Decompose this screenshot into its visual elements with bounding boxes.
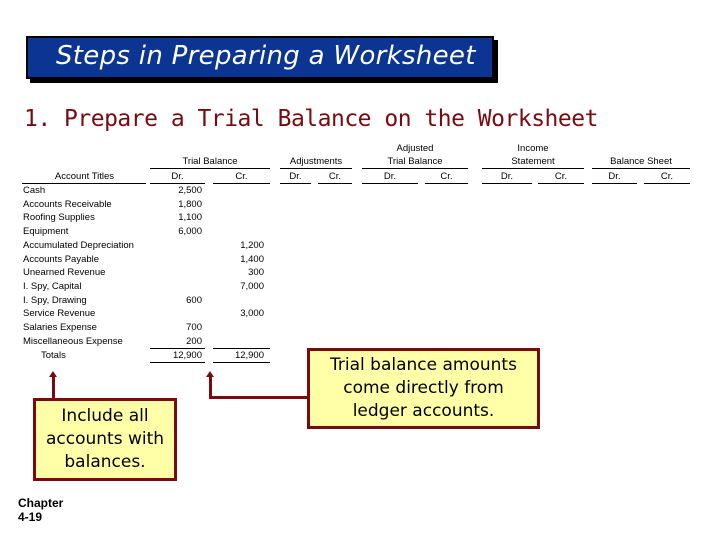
note-left-text: Include all accounts with balances. [45, 406, 165, 472]
right-connector-vertical [209, 376, 212, 398]
col-header-dr: Dr. [500, 171, 514, 182]
col-header-cr: Cr. [554, 171, 568, 182]
totals-cr: 12,900 [234, 349, 264, 361]
account-title: Unearned Revenue [23, 267, 106, 279]
header-account-titles: Account Titles [54, 171, 115, 182]
col-header-cr: Cr. [440, 171, 453, 182]
account-title: Roofing Supplies [23, 212, 95, 224]
slide-title: Steps in Preparing a Worksheet [56, 41, 476, 71]
trial-balance-dr: 200 [186, 335, 202, 347]
group-underline [362, 168, 468, 169]
trial-balance-dr: 1,100 [178, 212, 202, 224]
group-underline [280, 168, 352, 169]
right-connector-horizontal [209, 396, 310, 399]
col-header-dr: Dr. [608, 171, 621, 182]
group-label-line2: Adjustments [289, 156, 343, 167]
right-arrow-head-icon [206, 371, 214, 377]
trial-balance-dr: 6,000 [178, 226, 202, 238]
chapter-label: Chapter [18, 496, 64, 510]
col-header-dr: Dr. [289, 171, 302, 182]
note-right-text: Trial balance amounts come directly from… [330, 355, 517, 421]
chapter-footer: Chapter 4-19 [18, 496, 63, 524]
trial-balance-dr: 700 [186, 322, 202, 333]
col-underline [592, 183, 637, 184]
note-trial-balance-source: Trial balance amounts come directly from… [307, 348, 540, 429]
group-underline [592, 168, 690, 169]
totals-label: Totals [41, 349, 66, 361]
col-underline [318, 183, 352, 184]
trial-balance-dr: 2,500 [178, 185, 202, 196]
group-underline [482, 168, 584, 169]
account-title: Salaries Expense [23, 322, 97, 333]
account-title: Service Revenue [23, 308, 96, 320]
account-title: Accumulated Depreciation [23, 239, 134, 251]
col-header-cr: Cr. [235, 171, 248, 182]
note-include-all-accounts: Include all accounts with balances. [33, 398, 177, 481]
trial-balance-cr: 1,400 [240, 253, 264, 265]
account-title: Miscellaneous Expense [23, 335, 123, 347]
left-arrow-head-icon [49, 371, 57, 377]
col-underline [644, 183, 690, 184]
col-underline [362, 183, 418, 184]
account-title: Accounts Receivable [23, 198, 112, 210]
left-connector-line [52, 376, 55, 400]
col-header-dr: Dr. [383, 171, 397, 182]
col-underline [213, 183, 270, 184]
trial-balance-dr: 600 [186, 294, 202, 306]
group-label-line2: Balance Sheet [610, 156, 672, 167]
title-bar: Steps in Preparing a Worksheet [26, 36, 494, 79]
trial-balance-cr: 7,000 [240, 280, 264, 292]
page-number: 4-19 [18, 510, 43, 524]
account-title: I. Spy, Drawing [23, 294, 87, 306]
slide-subtitle: 1. Prepare a Trial Balance on the Worksh… [24, 106, 598, 132]
col-underline [538, 183, 584, 184]
trial-balance-cr: 1,200 [240, 239, 264, 251]
col-underline [280, 183, 311, 184]
trial-balance-cr: 300 [248, 267, 264, 279]
trial-balance-dr: 1,800 [178, 198, 202, 210]
col-header-cr: Cr. [328, 171, 342, 182]
account-title: Equipment [23, 226, 69, 238]
totals-dr: 12,900 [172, 349, 202, 361]
account-title: Accounts Payable [23, 253, 100, 265]
group-label-line2: Trial Balance [182, 156, 238, 167]
col-underline [150, 183, 205, 184]
totals-bottom-line-dr [150, 362, 205, 363]
account-title: I. Spy, Capital [23, 280, 82, 292]
col-underline [482, 183, 532, 184]
trial-balance-cr: 3,000 [240, 308, 264, 320]
account-title: Cash [23, 185, 46, 196]
group-label-line2: Trial Balance [387, 156, 443, 167]
col-underline [425, 183, 468, 184]
col-header-dr: Dr. [171, 171, 184, 182]
group-underline [150, 168, 270, 169]
col-header-cr: Cr. [660, 171, 674, 182]
group-label-line1: Adjusted [396, 143, 434, 154]
group-label-line1: Income [517, 143, 549, 154]
header-underline [22, 183, 146, 184]
group-label-line2: Statement [511, 156, 555, 167]
totals-bottom-line-cr [213, 362, 270, 363]
